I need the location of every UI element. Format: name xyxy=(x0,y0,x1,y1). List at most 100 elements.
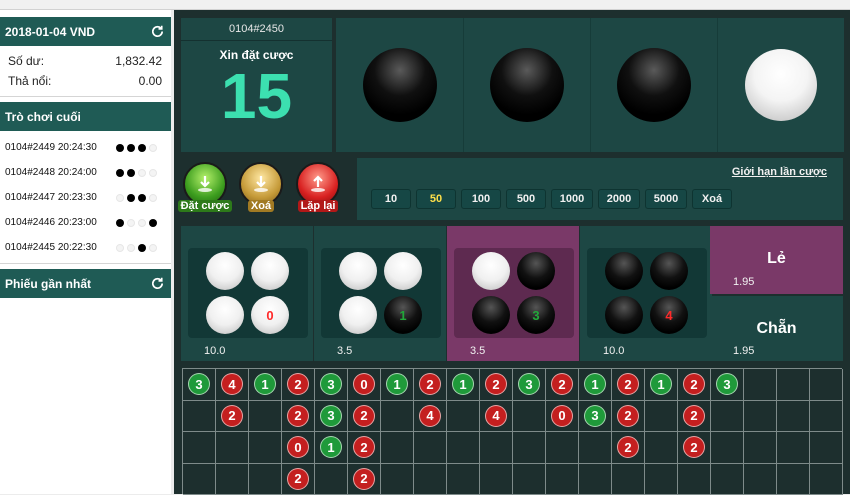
divider xyxy=(0,263,171,264)
refresh-balance-icon[interactable] xyxy=(149,24,165,40)
browser-top-strip xyxy=(0,0,850,10)
road-cell: 2 xyxy=(216,401,249,433)
road-cell: 4 xyxy=(216,369,249,401)
float-row: Thả nổi: 0.00 xyxy=(0,71,171,91)
chip-button[interactable]: 5000 xyxy=(645,189,687,209)
road-cell: 0 xyxy=(546,401,579,433)
road-cell xyxy=(513,464,546,495)
black-dot xyxy=(127,169,135,177)
repeat-label: Lặp lại xyxy=(298,200,339,212)
road-token: 0 xyxy=(287,436,309,458)
road-token: 3 xyxy=(320,373,342,395)
bet-count: 1 xyxy=(399,308,406,323)
black-dot xyxy=(138,244,146,252)
road-token: 0 xyxy=(551,405,573,427)
recent-tickets-header: Phiếu gần nhất xyxy=(0,269,171,298)
road-token: 2 xyxy=(419,373,441,395)
clear-button[interactable]: Xoá xyxy=(236,162,286,212)
road-cell: 4 xyxy=(480,401,513,433)
bet-ball-group: 0 xyxy=(188,248,308,338)
bet-odds: 3.5 xyxy=(337,345,352,357)
road-cell xyxy=(711,401,744,433)
chip-button[interactable]: 50 xyxy=(416,189,456,209)
chip-button[interactable]: 100 xyxy=(461,189,501,209)
white-ball xyxy=(206,252,244,290)
road-token: 1 xyxy=(452,373,474,395)
road-token: 4 xyxy=(419,405,441,427)
road-cell: 0 xyxy=(282,432,315,464)
float-value: 0.00 xyxy=(139,74,162,88)
chip-clear-button[interactable]: Xoá xyxy=(692,189,732,209)
road-token: 2 xyxy=(287,405,309,427)
bet-option[interactable]: 410.0 xyxy=(580,226,712,361)
road-cell xyxy=(744,432,777,464)
black-disc xyxy=(490,48,564,122)
road-token: 4 xyxy=(221,373,243,395)
road-cell xyxy=(810,464,843,495)
result-disc-slot xyxy=(717,18,844,152)
bet-option[interactable]: 33.5 xyxy=(447,226,579,361)
chip-button[interactable]: 500 xyxy=(506,189,546,209)
road-cell xyxy=(579,464,612,495)
chip-button[interactable]: 1000 xyxy=(551,189,593,209)
road-token: 1 xyxy=(320,436,342,458)
recent-game-result xyxy=(116,144,157,152)
refresh-tickets-icon[interactable] xyxy=(149,276,165,292)
recent-game-label: 0104#2449 20:24:30 xyxy=(5,142,97,153)
chip-button[interactable]: 2000 xyxy=(598,189,640,209)
road-token: 2 xyxy=(287,468,309,490)
recent-game-result xyxy=(116,194,157,202)
black-dot xyxy=(116,219,124,227)
road-cell xyxy=(744,401,777,433)
road-token: 2 xyxy=(221,405,243,427)
road-cell xyxy=(414,464,447,495)
road-token: 2 xyxy=(683,405,705,427)
road-cell xyxy=(480,464,513,495)
white-ball: 0 xyxy=(251,296,289,334)
odd-label: Lẻ xyxy=(710,250,843,268)
road-cell: 2 xyxy=(678,401,711,433)
road-token: 3 xyxy=(584,405,606,427)
road-cell xyxy=(381,432,414,464)
recent-game-label: 0104#2445 20:22:30 xyxy=(5,242,97,253)
road-token: 2 xyxy=(287,373,309,395)
road-cell: 3 xyxy=(183,369,216,401)
black-ball: 4 xyxy=(650,296,688,334)
road-token: 2 xyxy=(551,373,573,395)
recent-game-result xyxy=(116,169,157,177)
bet-option[interactable]: 13.5 xyxy=(314,226,446,361)
road-cell: 3 xyxy=(315,401,348,433)
road-cell xyxy=(216,464,249,495)
road-cell: 2 xyxy=(480,369,513,401)
bet-limit-link[interactable]: Giới hạn lần cược xyxy=(732,166,827,178)
repeat-button[interactable]: Lặp lại xyxy=(293,162,343,212)
road-cell xyxy=(183,464,216,495)
countdown: 15 xyxy=(181,64,332,128)
white-dot xyxy=(116,194,124,202)
road-cell xyxy=(249,401,282,433)
road-token: 0 xyxy=(353,373,375,395)
account-header: 2018-01-04 VND xyxy=(0,17,171,46)
place-bet-button[interactable]: Đặt cược xyxy=(180,162,230,212)
white-dot xyxy=(138,219,146,227)
chip-button[interactable]: 10 xyxy=(371,189,411,209)
road-cell xyxy=(744,369,777,401)
odd-odds: 1.95 xyxy=(733,276,754,288)
road-cell xyxy=(645,432,678,464)
black-ball: 3 xyxy=(517,296,555,334)
white-dot xyxy=(149,244,157,252)
white-ball xyxy=(472,252,510,290)
bet-even[interactable]: Chẵn 1.95 xyxy=(710,296,843,361)
recent-game-label: 0104#2447 20:23:30 xyxy=(5,192,97,203)
recent-game-row: 0104#2445 20:22:30 xyxy=(0,235,171,260)
bet-odd[interactable]: Lẻ 1.95 xyxy=(710,226,843,294)
road-cell: 1 xyxy=(315,432,348,464)
road-cell xyxy=(777,401,810,433)
recent-game-row: 0104#2448 20:24:00 xyxy=(0,160,171,185)
bet-ball-group: 4 xyxy=(587,248,707,338)
white-dot xyxy=(149,194,157,202)
black-disc xyxy=(363,48,437,122)
balance-value: 1,832.42 xyxy=(115,54,162,68)
white-dot xyxy=(127,219,135,227)
bet-option[interactable]: 010.0 xyxy=(181,226,313,361)
